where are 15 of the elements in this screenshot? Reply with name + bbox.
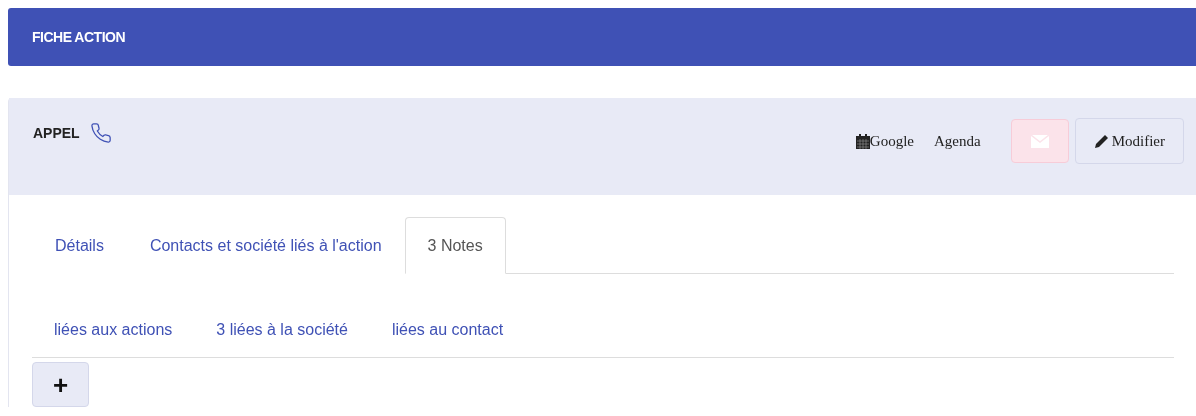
phone-icon [89, 122, 112, 144]
agenda-link[interactable]: Agenda [934, 132, 981, 150]
action-title: APPEL [33, 125, 80, 141]
tab[interactable]: 3 Notes [404, 217, 506, 274]
calendar-icon [855, 133, 870, 149]
subtab[interactable]: 3 liées à la société [194, 320, 370, 339]
envelope-icon [1030, 134, 1049, 148]
add-button[interactable]: + [32, 362, 89, 407]
subtab[interactable]: liées au contact [369, 320, 526, 339]
google-link[interactable]: Google [855, 132, 914, 150]
page-title: FICHE ACTION [32, 29, 126, 45]
edit-button[interactable]: Modifier [1074, 118, 1184, 164]
subtab[interactable]: liées aux actions [32, 320, 195, 339]
email-button[interactable] [1010, 119, 1069, 163]
pencil-icon [1093, 133, 1110, 149]
